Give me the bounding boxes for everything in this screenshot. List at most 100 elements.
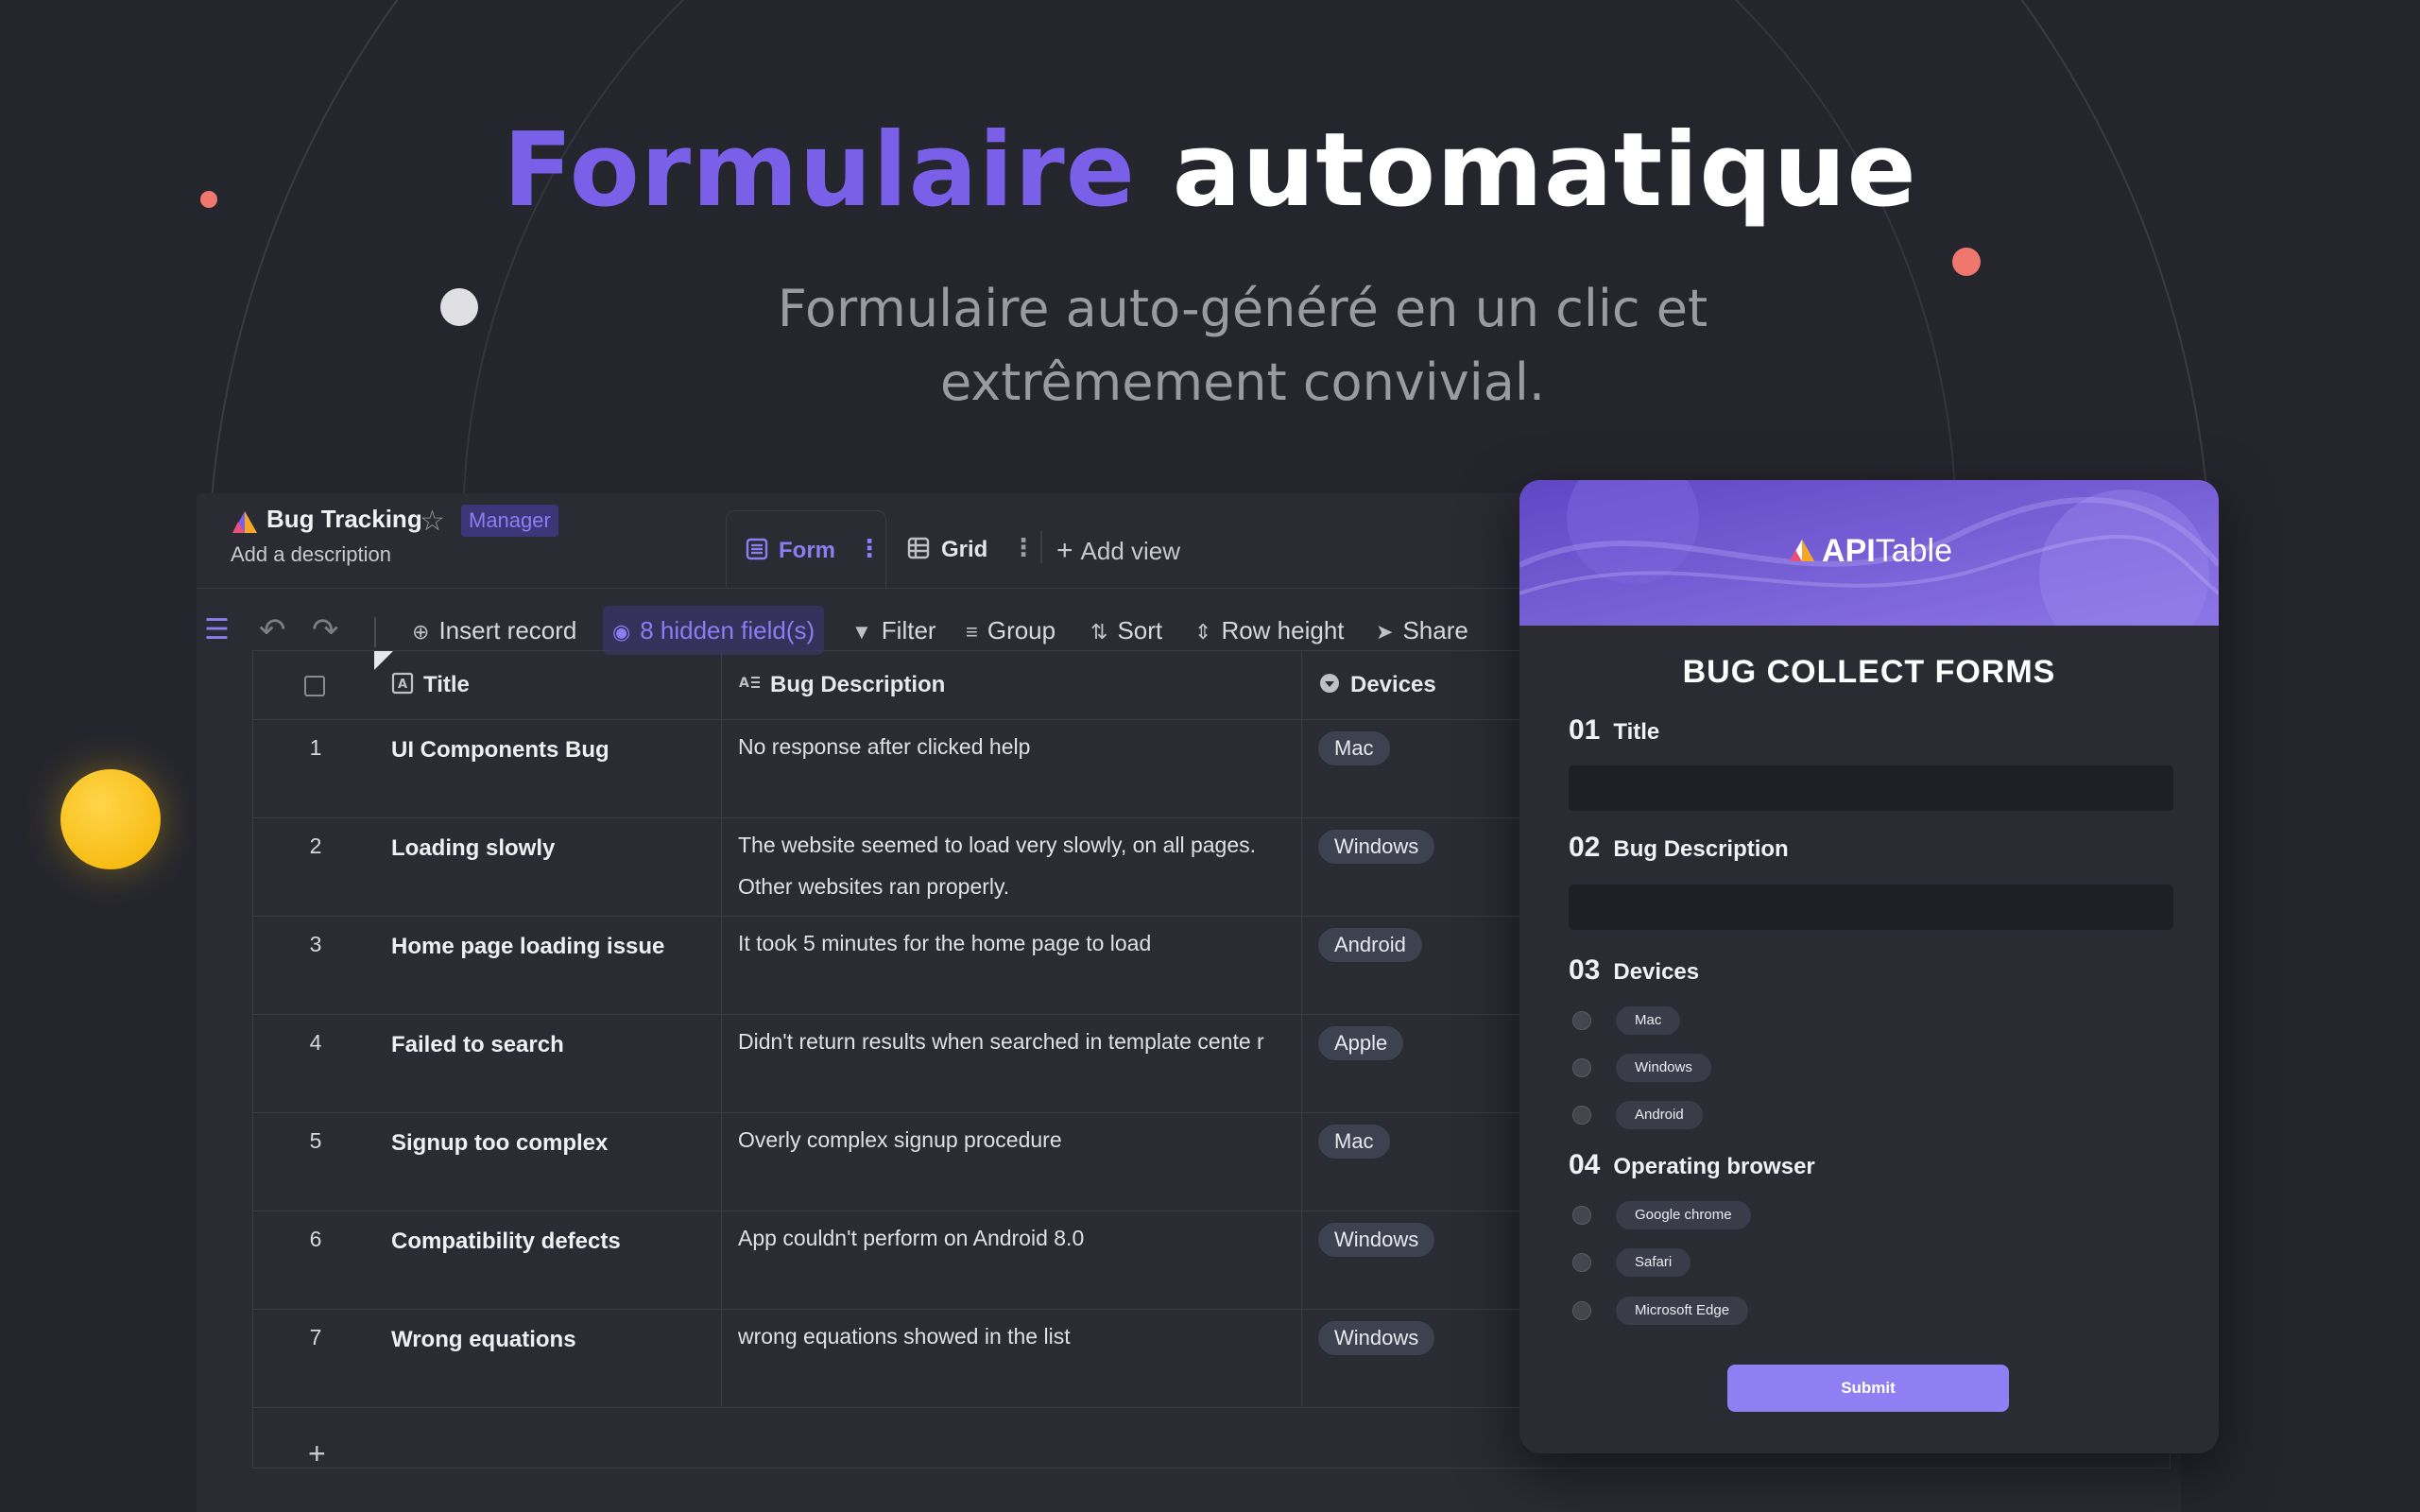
datasheet-title[interactable]: Bug Tracking (266, 505, 422, 534)
add-view-button[interactable]: + Add view (1056, 535, 1180, 567)
share-button[interactable]: ➤ Share (1376, 606, 1468, 655)
form-view-icon (746, 538, 768, 560)
device-tag[interactable]: Android (1318, 928, 1422, 962)
radio-button[interactable] (1572, 1106, 1591, 1125)
form-heading: BUG COLLECT FORMS (1682, 654, 2056, 690)
option-label: Microsoft Edge (1616, 1297, 1749, 1325)
share-label: Share (1402, 616, 1468, 644)
svg-text:A: A (739, 676, 749, 691)
option-label: Google chrome (1616, 1201, 1751, 1229)
description-field[interactable]: Add a description (231, 542, 391, 567)
device-tag[interactable]: Windows (1318, 1223, 1435, 1257)
single-select-icon (1320, 674, 1339, 693)
group-label: Group (987, 616, 1056, 644)
group-button[interactable]: ≡ Group (966, 606, 1056, 655)
radio-button[interactable] (1572, 1253, 1591, 1272)
more-icon[interactable]: ⋮ (1011, 533, 1036, 562)
svg-text:A: A (398, 678, 407, 692)
question-bug-description: 02 Bug Description (1569, 832, 1789, 864)
sort-label: Sort (1117, 616, 1163, 644)
column-header-title[interactable]: A Title (391, 672, 470, 698)
column-header-description[interactable]: A Bug Description (738, 672, 945, 698)
option-label: Safari (1616, 1248, 1691, 1277)
cell-description[interactable]: Overly complex signup procedure (738, 1119, 1296, 1160)
hidden-fields-button[interactable]: ◉ 8 hidden field(s) (603, 606, 825, 655)
question-number: 03 (1569, 954, 1601, 986)
brand-logo: APITable (1519, 533, 2219, 570)
freeze-handle[interactable] (374, 651, 393, 670)
row-index: 6 (309, 1227, 322, 1251)
device-tag[interactable]: Mac (1318, 1125, 1390, 1159)
radio-button[interactable] (1572, 1011, 1591, 1030)
sort-button[interactable]: ⇅ Sort (1090, 606, 1162, 655)
text-field-icon: A (391, 672, 414, 695)
cell-title[interactable]: Failed to search (391, 1032, 564, 1058)
hero-subtitle-line2: extrêmement convivial. (940, 352, 1545, 412)
device-tag[interactable]: Windows (1318, 830, 1435, 864)
question-label: Title (1613, 719, 1660, 745)
select-all-checkbox[interactable] (304, 676, 325, 696)
decor-dot-coral (1952, 248, 1981, 276)
grid-view-icon (907, 537, 930, 559)
device-tag[interactable]: Apple (1318, 1026, 1404, 1060)
plus-icon: + (1056, 535, 1073, 566)
cell-title[interactable]: Home page loading issue (391, 934, 664, 960)
cell-title[interactable]: UI Components Bug (391, 737, 609, 764)
title-input[interactable] (1569, 765, 2173, 811)
hero-title-accent: Formulaire (503, 112, 1136, 230)
form-banner: APITable (1519, 480, 2219, 626)
brand-name-rest: Table (1875, 533, 1952, 569)
tab-grid[interactable]: Grid ⋮ (907, 510, 1039, 588)
cell-description[interactable]: The website seemed to load very slowly, … (738, 824, 1296, 907)
device-tag[interactable]: Windows (1318, 1321, 1435, 1355)
question-operating-browser: 04 Operating browser (1569, 1149, 1815, 1181)
tab-form[interactable]: Form ⋮ (726, 510, 886, 588)
device-tag[interactable]: Mac (1318, 731, 1390, 765)
column-devices-label: Devices (1350, 672, 1436, 697)
row-height-button[interactable]: ⇕ Row height (1194, 606, 1345, 655)
column-header-devices[interactable]: Devices (1318, 672, 1436, 698)
undo-icon[interactable]: ↶ (259, 606, 286, 655)
brand-name-bold: API (1822, 533, 1876, 569)
cell-title[interactable]: Compatibility defects (391, 1228, 621, 1255)
question-number: 04 (1569, 1149, 1601, 1180)
submit-button[interactable]: Submit (1727, 1365, 2009, 1412)
star-icon[interactable]: ☆ (420, 505, 445, 538)
row-index: 4 (309, 1030, 322, 1055)
cell-description[interactable]: Didn't return results when searched in t… (738, 1021, 1296, 1062)
long-text-icon: A (739, 676, 760, 691)
redo-icon[interactable]: ↷ (312, 606, 339, 655)
tab-divider (1040, 531, 1042, 563)
question-number: 02 (1569, 832, 1601, 863)
tab-grid-label: Grid (941, 537, 988, 562)
question-title: 01 Title (1569, 714, 1659, 747)
form-preview-panel: APITable BUG COLLECT FORMS 01 Title 02 Bug… (1519, 480, 2219, 1453)
radio-button[interactable] (1572, 1058, 1591, 1077)
column-description-label: Bug Description (770, 672, 946, 697)
more-icon[interactable]: ⋮ (857, 534, 882, 563)
row-index: 3 (309, 932, 322, 956)
cell-description[interactable]: App couldn't perform on Android 8.0 (738, 1217, 1296, 1259)
sidebar-toggle-icon[interactable]: ☰ (204, 606, 236, 655)
radio-button[interactable] (1572, 1301, 1591, 1320)
cell-title[interactable]: Wrong equations (391, 1327, 576, 1353)
app-logo-icon (232, 511, 257, 533)
bug-description-input[interactable] (1569, 885, 2173, 930)
role-badge: Manager (461, 505, 558, 537)
toolbar-divider (374, 617, 376, 647)
cell-description[interactable]: No response after clicked help (738, 726, 1296, 767)
cell-title[interactable]: Signup too complex (391, 1130, 608, 1157)
cell-description[interactable]: It took 5 minutes for the home page to l… (738, 922, 1296, 964)
row-index: 7 (309, 1325, 322, 1349)
insert-record-button[interactable]: ⊕ Insert record (412, 606, 576, 655)
option-label: Mac (1616, 1006, 1681, 1035)
cell-title[interactable]: Loading slowly (391, 835, 555, 862)
radio-button[interactable] (1572, 1206, 1591, 1225)
add-row-button[interactable]: + (308, 1436, 326, 1471)
hero-subtitle-line1: Formulaire auto-généré en un clic et (777, 279, 1708, 338)
add-view-label: Add view (1080, 537, 1181, 565)
cell-description[interactable]: wrong equations showed in the list (738, 1315, 1296, 1357)
filter-button[interactable]: ▼ Filter (851, 606, 936, 655)
hero-subtitle: Formulaire auto-généré en un clic et ext… (690, 272, 1795, 420)
row-index: 2 (309, 833, 322, 858)
